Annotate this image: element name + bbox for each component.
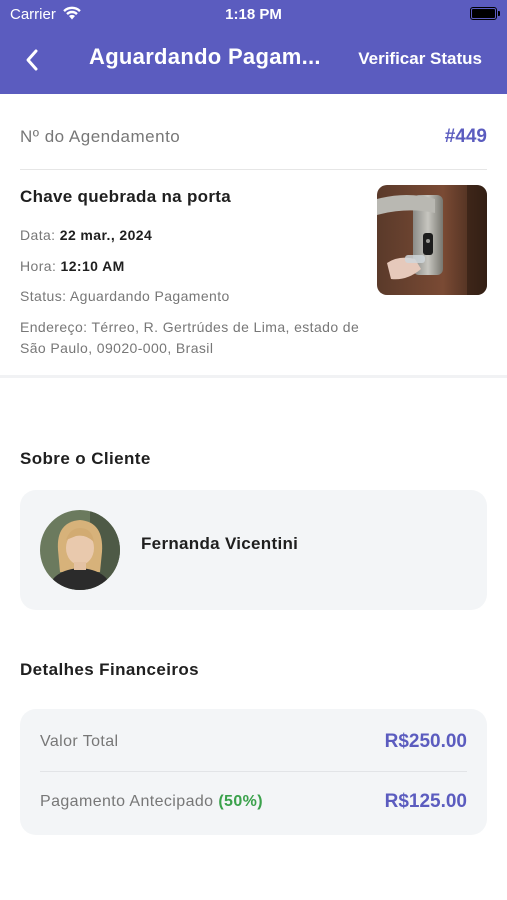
back-chevron-icon bbox=[26, 49, 38, 71]
total-label: Valor Total bbox=[40, 733, 119, 750]
advance-percent: (50%) bbox=[218, 793, 264, 810]
advance-label-group: Pagamento Antecipado (50%) bbox=[40, 793, 263, 811]
status-bar: Carrier 1:18 PM bbox=[0, 0, 507, 28]
advance-row: Pagamento Antecipado (50%) R$125.00 bbox=[40, 777, 467, 827]
service-title: Chave quebrada na porta bbox=[20, 187, 231, 206]
client-card[interactable]: Fernanda Vicentini bbox=[20, 490, 487, 610]
client-section-title: Sobre o Cliente bbox=[20, 449, 151, 468]
total-value: R$250.00 bbox=[384, 731, 467, 752]
appointment-number-label: Nº do Agendamento bbox=[20, 127, 181, 146]
verify-status-button[interactable]: Verificar Status bbox=[358, 49, 482, 69]
address-text: Endereço: Térreo, R. Gertrúdes de Lima, … bbox=[20, 319, 360, 356]
time-value: 12:10 AM bbox=[60, 258, 125, 274]
divider bbox=[20, 169, 487, 170]
status-text: Status: Aguardando Pagamento bbox=[20, 288, 230, 304]
financial-section-title: Detalhes Financeiros bbox=[20, 660, 200, 679]
financial-card: Valor Total R$250.00 Pagamento Antecipad… bbox=[20, 709, 487, 835]
total-row: Valor Total R$250.00 bbox=[40, 717, 467, 767]
service-photo[interactable] bbox=[377, 185, 487, 295]
client-name: Fernanda Vicentini bbox=[141, 534, 299, 553]
divider bbox=[40, 771, 467, 772]
date-label: Data: bbox=[20, 227, 56, 243]
appointment-number-value: #449 bbox=[444, 126, 487, 147]
date-value: 22 mar., 2024 bbox=[59, 227, 153, 243]
clock: 1:18 PM bbox=[225, 6, 282, 23]
section-separator bbox=[0, 375, 507, 378]
app-header: Carrier 1:18 PM Aguardando Pagam... Veri… bbox=[0, 0, 507, 94]
page-title: Aguardando Pagam... bbox=[89, 44, 321, 69]
date-line: Data: 22 mar., 2024 bbox=[20, 227, 152, 243]
avatar bbox=[40, 510, 120, 590]
appointment-number-row: Nº do Agendamento #449 bbox=[20, 120, 487, 154]
advance-value: R$125.00 bbox=[384, 791, 467, 812]
advance-label: Pagamento Antecipado bbox=[40, 793, 214, 810]
time-label: Hora: bbox=[20, 258, 57, 274]
back-button[interactable] bbox=[18, 44, 46, 76]
time-line: Hora: 12:10 AM bbox=[20, 258, 125, 274]
battery-icon bbox=[470, 7, 500, 20]
